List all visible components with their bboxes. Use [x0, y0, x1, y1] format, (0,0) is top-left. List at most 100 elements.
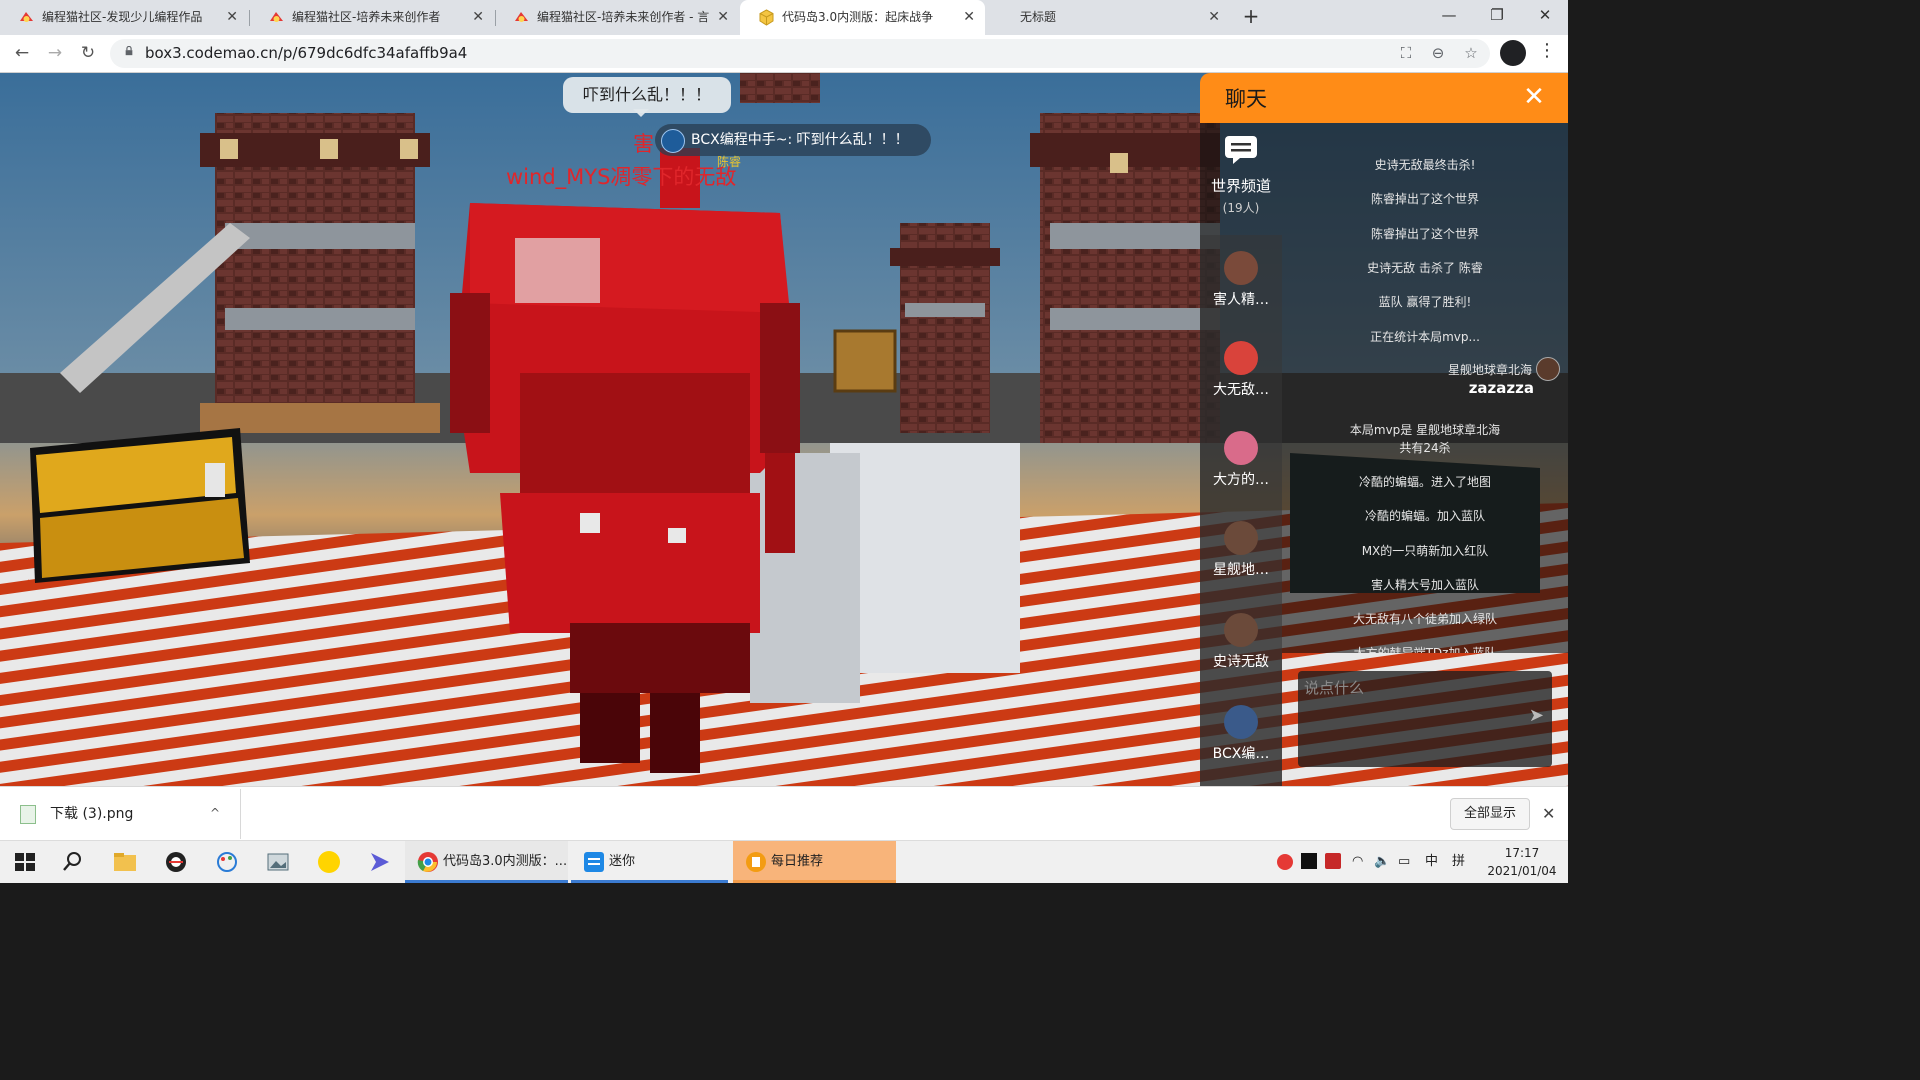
tray-red-icon[interactable] — [1325, 853, 1341, 869]
paint-icon[interactable] — [214, 849, 240, 875]
chat-input[interactable]: 说点什么 ➤ — [1298, 671, 1552, 767]
search-icon[interactable] — [60, 849, 86, 875]
speech-bubble: 吓到什么乱！！！ — [563, 77, 731, 117]
download-file-name[interactable]: 下载 (3).png — [50, 787, 133, 841]
close-icon[interactable]: ✕ — [1542, 787, 1555, 841]
codemao-icon — [270, 12, 283, 22]
channel-name: 世界频道 — [1210, 177, 1271, 195]
player-name: 星舰地… — [1213, 562, 1269, 578]
app-yellow-icon[interactable] — [316, 849, 342, 875]
battery-icon[interactable]: ▭ — [1398, 841, 1410, 883]
tab-close-icon[interactable]: ✕ — [226, 0, 238, 35]
lock-icon — [125, 46, 133, 56]
wifi-icon[interactable]: ◠ — [1352, 841, 1363, 883]
url-text[interactable]: box3.codemao.cn/p/679dc6dfc34afaffb9a4 — [145, 39, 467, 68]
tab-untitled[interactable]: 无标题 ✕ — [986, 0, 1230, 35]
user-chat-message: 星舰地球章北海 zazazza — [1354, 357, 1560, 401]
show-all-button[interactable]: 全部显示 — [1450, 798, 1530, 830]
minimize-button[interactable]: — — [1426, 0, 1472, 32]
tab-codemao-works[interactable]: 编程猫社区-发现少儿编程作品 ✕ — [0, 0, 248, 35]
avatar — [1536, 357, 1560, 381]
clock-time: 17:17 — [1504, 846, 1540, 860]
divider — [240, 789, 241, 839]
tab-close-icon[interactable]: ✕ — [717, 0, 729, 35]
chat-bubble-icon — [1225, 136, 1257, 164]
treasure-chest — [30, 428, 250, 583]
chat-message: 正在统计本局mvp... — [1370, 330, 1480, 344]
chat-title: 聊天 — [1225, 87, 1267, 111]
profile-avatar-icon[interactable] — [1500, 40, 1526, 66]
chevron-up-icon[interactable]: ^ — [210, 787, 220, 839]
back-arrow-icon[interactable]: ← — [10, 41, 34, 65]
taskbar: 代码岛3.0内测版：... 迷你 每日推荐 ◠ 🔈 ▭ 中 拼 17:17 20… — [0, 840, 1568, 883]
tab-codemao-creators[interactable]: 编程猫社区-培养未来创作者 ✕ — [250, 0, 494, 35]
chat-message: 冷酷的蝙蝠。加入蓝队 — [1364, 509, 1485, 523]
app-icon[interactable] — [163, 849, 189, 875]
chat-sidebar: 世界频道 (19人) 害人精… 大无敌… 大方的… 星舰地… 史诗无敌 BCX编… — [1200, 123, 1282, 786]
ime-indicator[interactable]: 中 — [1425, 841, 1438, 883]
taskbar-mini-button[interactable]: 迷你 — [571, 841, 728, 883]
player-name: 史诗无敌 — [1213, 654, 1269, 670]
window-close-button[interactable]: ✕ — [1522, 0, 1568, 32]
new-tab-button[interactable]: + — [1240, 0, 1262, 35]
bookmark-star-icon[interactable]: ☆ — [1461, 43, 1481, 63]
chat-message-list[interactable]: 史诗无敌最终击杀! 陈睿掉出了这个世界 陈睿掉出了这个世界 史诗无敌 击杀了 陈… — [1282, 123, 1568, 653]
zoom-icon[interactable]: ⊖ — [1428, 43, 1448, 63]
app-bird-icon[interactable] — [367, 849, 393, 875]
avatar — [1224, 705, 1258, 739]
killfeed-banner: BCX编程中手~: 吓到什么乱！！！ — [655, 124, 931, 156]
menu-kebab-icon[interactable]: ⋮ — [1538, 40, 1556, 61]
taskbar-daily-button[interactable]: 每日推荐 — [733, 841, 896, 883]
chat-message: 害人精大号加入蓝队 — [1370, 578, 1479, 592]
player-list-item[interactable]: 史诗无敌 — [1200, 613, 1282, 699]
left-tower — [200, 113, 440, 433]
address-bar[interactable]: box3.codemao.cn/p/679dc6dfc34afaffb9a4 ⛶… — [110, 39, 1490, 68]
tab-title: 编程猫社区-培养未来创作者 - 言 — [537, 10, 710, 24]
ime-mode-indicator[interactable]: 拼 — [1452, 841, 1465, 883]
browser-toolbar: ← → ↻ box3.codemao.cn/p/679dc6dfc34afaff… — [0, 35, 1568, 73]
send-icon[interactable]: ➤ — [1529, 705, 1544, 726]
active-indicator — [405, 880, 568, 883]
game-viewport[interactable]: 吓到什么乱！！！ BCX编程中手~: 吓到什么乱！！！ 害 wind_MYS凋零… — [0, 73, 1568, 786]
avatar — [1224, 431, 1258, 465]
chat-message: 陈睿掉出了这个世界 — [1370, 227, 1479, 241]
avatar — [1224, 251, 1258, 285]
clock[interactable]: 17:17 2021/01/04 — [1482, 844, 1562, 880]
player-list-item[interactable]: BCX编… — [1200, 705, 1282, 786]
tab-close-icon[interactable]: ✕ — [1208, 0, 1220, 35]
killer-overlay-text: wind_MYS凋零下的无敌 — [506, 165, 737, 189]
player-name: 大方的… — [1213, 472, 1269, 488]
player-list-item[interactable]: 大方的… — [1200, 431, 1282, 517]
close-icon[interactable]: ✕ — [1516, 79, 1552, 115]
chat-message: 本局mvp是 星舰地球章北海 — [1349, 423, 1501, 437]
taskbar-chrome-button[interactable]: 代码岛3.0内测版：... — [405, 841, 568, 883]
message-text: zazazza — [1468, 379, 1534, 397]
codemao-icon — [20, 12, 33, 22]
tab-close-icon[interactable]: ✕ — [472, 0, 484, 35]
file-explorer-icon[interactable] — [112, 849, 138, 875]
player-list-item[interactable]: 害人精… — [1200, 251, 1282, 337]
player-list-item[interactable]: 星舰地… — [1200, 521, 1282, 607]
right-tower — [1030, 113, 1220, 443]
tray-black-icon[interactable] — [1301, 853, 1317, 869]
taskbar-button-label: 代码岛3.0内测版：... — [443, 854, 568, 869]
image-viewer-icon[interactable] — [265, 849, 291, 875]
tab-close-icon[interactable]: ✕ — [963, 0, 975, 35]
active-indicator — [733, 880, 896, 883]
windows-start-icon[interactable] — [12, 849, 38, 875]
box3-cube-icon — [759, 9, 774, 26]
player-list-item[interactable]: 大无敌… — [1200, 341, 1282, 427]
taskbar-button-label: 每日推荐 — [771, 854, 824, 869]
download-shelf: 下载 (3).png ^ 全部显示 ✕ — [0, 786, 1568, 841]
tab-codemao-creators-2[interactable]: 编程猫社区-培养未来创作者 - 言 ✕ — [495, 0, 739, 35]
volume-icon[interactable]: 🔈 — [1374, 841, 1390, 883]
world-channel-button[interactable]: 世界频道 (19人) — [1200, 135, 1282, 216]
taskbar-button-label: 迷你 — [609, 854, 636, 869]
tab-box3-bedwars[interactable]: 代码岛3.0内测版：起床战争 ✕ — [740, 0, 985, 35]
codemao-icon — [515, 12, 528, 22]
antivirus-tray-icon[interactable] — [1276, 853, 1294, 871]
reload-icon[interactable]: ↻ — [76, 41, 100, 65]
forward-arrow-icon[interactable]: → — [43, 41, 67, 65]
maximize-button[interactable]: ❐ — [1474, 0, 1520, 32]
translate-icon[interactable]: ⛶ — [1396, 43, 1416, 63]
